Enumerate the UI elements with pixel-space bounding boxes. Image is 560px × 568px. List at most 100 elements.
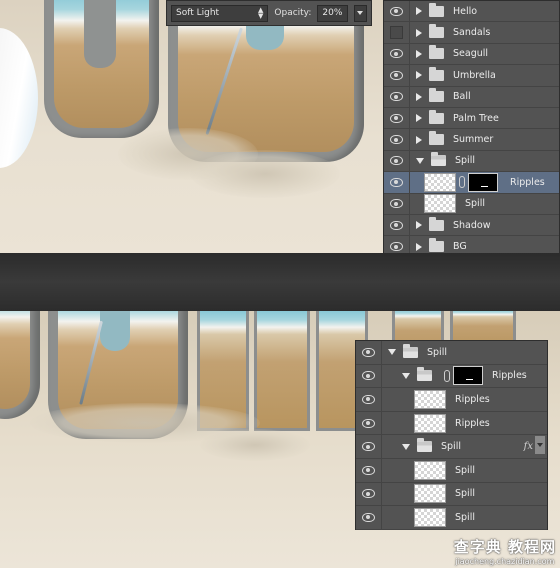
expand-arrow-icon[interactable] [416, 49, 422, 58]
visibility-toggle[interactable] [356, 411, 382, 435]
layer-name: Ripples [455, 393, 490, 405]
layer-mask-thumbnail[interactable] [453, 366, 483, 386]
canvas-top[interactable]: Soft Light ▲ ▼ Opacity: 20% Hello Sandals S… [0, 0, 560, 253]
layer-row[interactable]: Spill [356, 506, 547, 530]
visibility-toggle[interactable] [356, 435, 382, 458]
layer-row[interactable]: Spill fx [356, 435, 547, 459]
expand-arrow-icon[interactable] [416, 28, 422, 37]
expand-arrow-icon[interactable] [416, 114, 422, 123]
layer-row[interactable]: Spill [356, 459, 547, 483]
visibility-toggle[interactable] [356, 459, 382, 482]
layer-options-bar: Soft Light ▲ ▼ Opacity: 20% [166, 0, 372, 26]
layer-row[interactable]: Sandals [384, 22, 559, 44]
visibility-toggle[interactable] [384, 193, 410, 214]
layer-row[interactable]: Spill [356, 341, 547, 365]
layer-name: Ripples [510, 176, 545, 188]
layer-row[interactable]: Umbrella [384, 65, 559, 87]
blend-mode-value: Soft Light [176, 8, 220, 18]
layer-row[interactable]: Spill [356, 482, 547, 507]
watermark-title: 查字典 教程网 [453, 538, 556, 556]
visibility-toggle[interactable] [384, 22, 410, 43]
expand-arrow-icon[interactable] [416, 92, 422, 101]
collapse-arrow-icon[interactable] [402, 443, 410, 450]
layer-thumbnail[interactable] [414, 413, 446, 433]
blend-mode-select[interactable]: Soft Light ▲ ▼ [171, 4, 269, 22]
layer-thumbnail[interactable] [414, 507, 446, 527]
eye-icon [362, 512, 375, 522]
layer-row[interactable]: Summer [384, 129, 559, 151]
expand-arrow-icon[interactable] [416, 221, 422, 230]
collapse-arrow-icon[interactable] [416, 157, 424, 164]
layer-row[interactable]: Ripples [356, 411, 547, 436]
layer-thumbnail[interactable] [414, 484, 446, 504]
eye-icon [390, 135, 403, 145]
eye-icon [362, 489, 375, 499]
expand-arrow-icon[interactable] [416, 135, 422, 144]
folder-icon [417, 367, 432, 382]
layer-row[interactable]: Ripples [356, 388, 547, 412]
visibility-toggle[interactable] [384, 43, 410, 65]
expand-arrow-icon[interactable] [416, 7, 422, 16]
link-icon [444, 369, 450, 382]
eye-icon [390, 6, 403, 16]
link-icon [459, 176, 465, 189]
layer-row[interactable]: Ripples [384, 172, 559, 194]
layer-name: Summer [453, 134, 494, 146]
layer-row[interactable]: Shadow [384, 215, 559, 237]
visibility-toggle[interactable] [356, 341, 382, 364]
layer-row[interactable]: BG [384, 236, 559, 253]
folder-icon [429, 131, 444, 146]
visibility-toggle[interactable] [384, 172, 410, 193]
eye-icon [390, 177, 403, 187]
effects-dropdown-button[interactable] [535, 436, 545, 455]
visibility-toggle[interactable] [384, 215, 410, 236]
layer-name: BG [453, 241, 467, 253]
layer-name: Spill [455, 155, 475, 167]
visibility-toggle[interactable] [384, 150, 410, 172]
collapse-arrow-icon[interactable] [388, 349, 396, 356]
collapse-arrow-icon[interactable] [402, 372, 410, 379]
folder-icon [431, 152, 446, 167]
visibility-toggle[interactable] [384, 65, 410, 86]
layer-effects-icon[interactable]: fx [524, 441, 533, 452]
eye-icon [390, 156, 403, 166]
folder-icon [429, 24, 444, 39]
visibility-toggle[interactable] [356, 506, 382, 529]
eye-icon [362, 465, 375, 475]
layer-row[interactable]: Spill [384, 193, 559, 215]
eye-icon [362, 371, 375, 381]
visibility-toggle[interactable] [384, 108, 410, 129]
folder-icon [429, 2, 444, 17]
layers-panel-bottom: Spill Ripples Ripples Ripples Spill fx Spill Sp… [355, 340, 548, 530]
layer-thumbnail[interactable] [424, 194, 456, 214]
visibility-toggle[interactable] [384, 86, 410, 107]
folder-icon [429, 88, 444, 103]
layer-row[interactable]: Palm Tree [384, 108, 559, 130]
visibility-toggle[interactable] [384, 1, 410, 22]
layer-row[interactable]: Ball [384, 86, 559, 108]
opacity-input[interactable]: 20% [317, 4, 348, 22]
layer-name: Palm Tree [453, 112, 499, 124]
layer-row[interactable]: Seagull [384, 43, 559, 66]
layer-name: Ripples [455, 417, 490, 429]
layer-name: Spill [455, 464, 475, 476]
layer-thumbnail[interactable] [414, 460, 446, 480]
opacity-dropdown-button[interactable] [353, 4, 367, 22]
expand-arrow-icon[interactable] [416, 242, 422, 251]
expand-arrow-icon[interactable] [416, 71, 422, 80]
visibility-toggle[interactable] [356, 364, 382, 388]
layer-row[interactable]: Hello [384, 1, 559, 23]
layer-thumbnail[interactable] [424, 172, 456, 192]
visibility-toggle[interactable] [384, 236, 410, 253]
eye-icon [362, 394, 375, 404]
visibility-toggle[interactable] [384, 129, 410, 150]
visibility-toggle[interactable] [356, 482, 382, 506]
layer-row[interactable]: Ripples [356, 364, 547, 389]
opacity-label: Opacity: [274, 8, 312, 18]
watermark: 查字典 教程网 jiaocheng.chazidian.com [454, 536, 556, 566]
visibility-toggle[interactable] [356, 388, 382, 411]
layer-name: Umbrella [453, 69, 496, 81]
layer-row[interactable]: Spill [384, 150, 559, 173]
layer-mask-thumbnail[interactable] [468, 172, 498, 192]
layer-thumbnail[interactable] [414, 389, 446, 409]
